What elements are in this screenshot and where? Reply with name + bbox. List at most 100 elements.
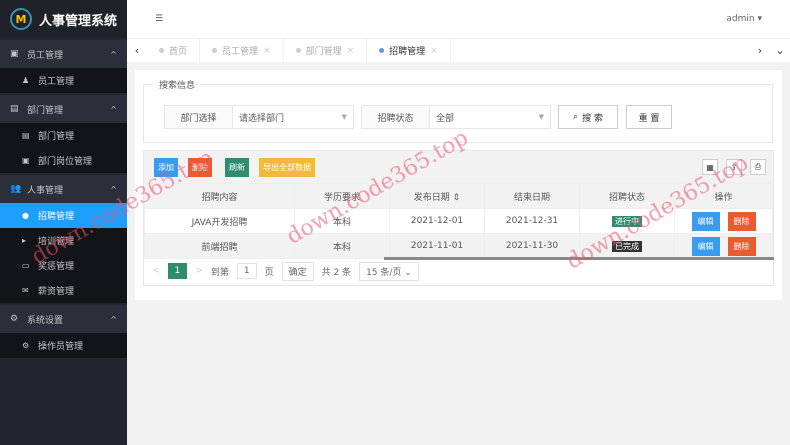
user-menu[interactable]: admin ▾ xyxy=(726,14,762,24)
row-delete-button[interactable]: 删除 xyxy=(727,236,756,256)
sidebar-item[interactable]: ▭ 奖惩管理 xyxy=(0,253,127,278)
cell-edu: 本科 xyxy=(294,233,390,259)
tab-bar: ‹ 首页 员工管理 × 部门管理 × 招聘管理 × › ⌄ xyxy=(127,38,790,63)
export-icon[interactable]: ⇪ xyxy=(726,159,742,175)
column-header: 招聘内容 xyxy=(144,183,295,209)
dept-select[interactable]: 部门选择 请选择部门 ▼ xyxy=(164,105,354,129)
sidebar-item-label: 奖惩管理 xyxy=(38,262,75,272)
sidebar-group[interactable]: ▣ 员工管理 ^ xyxy=(0,40,127,68)
search-panel: 搜索信息 部门选择 请选择部门 ▼ 招聘状态 全部 ▼ ⌕ 搜 索 重 置 xyxy=(143,78,773,143)
sidebar-group[interactable]: 👥 人事管理 ^ xyxy=(0,175,127,203)
print-icon[interactable]: ⎙ xyxy=(750,159,766,175)
export-button[interactable]: 导出全部数据 xyxy=(259,158,315,177)
chevron-up-icon: ^ xyxy=(110,314,117,324)
item-icon: ▣ xyxy=(22,156,30,165)
group-icon: ⚙ xyxy=(10,314,19,324)
tab[interactable]: 首页 xyxy=(147,38,201,63)
chevron-up-icon: ^ xyxy=(110,104,117,114)
columns-icon[interactable]: ▦ xyxy=(702,159,718,175)
cell-start: 2021-12-01 xyxy=(389,208,485,234)
tab-label: 部门管理 xyxy=(305,47,342,57)
search-button-label: 搜 索 xyxy=(582,113,603,124)
sidebar-group[interactable]: ▤ 部门管理 ^ xyxy=(0,95,127,123)
item-icon: ▸ xyxy=(22,236,27,245)
group-label: 部门管理 xyxy=(27,105,64,116)
row-delete-button[interactable]: 删除 xyxy=(727,211,756,231)
sidebar-item[interactable]: ⚙ 操作员管理 xyxy=(0,333,127,358)
reset-button[interactable]: 重 置 xyxy=(626,105,672,129)
tab-label: 首页 xyxy=(169,47,188,57)
page-1[interactable]: 1 xyxy=(167,263,188,279)
sidebar-item[interactable]: ▸ 培训管理 xyxy=(0,228,127,253)
next-page[interactable]: > xyxy=(195,266,203,276)
data-table: 招聘内容 学历要求 发布日期 ⇕ 结束日期 招聘状态 操作 JAVA开发招聘 本科 202… xyxy=(144,183,773,259)
tab[interactable]: 员工管理 × xyxy=(200,38,284,63)
close-icon[interactable]: × xyxy=(263,46,271,56)
confirm-button[interactable]: 确定 xyxy=(281,261,314,281)
sidebar-item[interactable]: ✉ 薪资管理 xyxy=(0,278,127,303)
cell-content: 前端招聘 xyxy=(144,233,295,259)
item-icon: ▭ xyxy=(22,261,30,270)
edit-button[interactable]: 编辑 xyxy=(691,211,720,231)
edit-button[interactable]: 编辑 xyxy=(691,236,720,256)
item-icon: ✉ xyxy=(22,286,29,295)
pagination: < 1 > 到第 1 页 确定 共 2 条 15 条/页 ⌄ xyxy=(144,257,773,285)
add-button[interactable]: 添加 xyxy=(154,158,178,177)
recruitment-table: 添加 删除 刷新 导出全部数据 ▦ ⇪ ⎙ 招聘内容 学历要求 发布日期 ⇕ 结束日期… xyxy=(143,150,774,286)
sidebar: M 人事管理系统 ▣ 员工管理 ^ ♟ 员工管理 ▤ 部门管理 ^ ▤ 部门管理 ▣ 部门岗位管理 👥 人事… xyxy=(0,0,127,445)
prev-page[interactable]: < xyxy=(152,266,160,276)
search-button[interactable]: ⌕ 搜 索 xyxy=(558,105,618,129)
sidebar-item[interactable]: ▣ 部门岗位管理 xyxy=(0,148,127,173)
status-badge: 已完成 xyxy=(612,240,642,252)
sidebar-item[interactable]: ● 招聘管理 xyxy=(0,203,127,228)
cell-actions: 编辑 删除 xyxy=(674,233,773,259)
tab-dot-icon xyxy=(159,48,164,53)
sidebar-item-label: 薪资管理 xyxy=(38,287,75,297)
group-label: 员工管理 xyxy=(27,50,64,61)
tab-more-icon[interactable]: ⌄ xyxy=(770,44,790,57)
group-label: 人事管理 xyxy=(27,185,64,196)
status-value: 全部 xyxy=(436,113,455,124)
dept-label: 部门选择 xyxy=(165,106,233,128)
search-icon: ⌕ xyxy=(573,112,579,122)
total-count: 共 2 条 xyxy=(321,267,352,278)
table-row: JAVA开发招聘 本科 2021-12-01 2021-12-31 进行中 编辑… xyxy=(144,208,773,234)
sidebar-group[interactable]: ⚙ 系统设置 ^ xyxy=(0,305,127,333)
column-header[interactable]: 发布日期 ⇕ xyxy=(389,183,485,209)
status-select[interactable]: 招聘状态 全部 ▼ xyxy=(361,105,551,129)
app-title: 人事管理系统 xyxy=(39,13,118,29)
app-logo: M 人事管理系统 xyxy=(0,0,127,38)
tab-dot-icon xyxy=(379,48,385,53)
tab[interactable]: 部门管理 × xyxy=(284,38,368,63)
page-size-select[interactable]: 15 条/页 ⌄ xyxy=(359,261,419,281)
status-label: 招聘状态 xyxy=(362,106,430,128)
sidebar-item-label: 培训管理 xyxy=(38,237,75,247)
refresh-button[interactable]: 刷新 xyxy=(225,158,249,177)
item-icon: ▤ xyxy=(22,131,30,140)
menu-toggle-icon[interactable]: ☰ xyxy=(155,14,163,24)
sidebar-item-label: 员工管理 xyxy=(38,77,75,87)
dept-placeholder: 请选择部门 xyxy=(239,113,285,124)
cell-status: 已完成 xyxy=(579,233,675,259)
page-unit: 页 xyxy=(264,267,274,278)
column-header: 学历要求 xyxy=(294,183,390,209)
sidebar-item[interactable]: ▤ 部门管理 xyxy=(0,123,127,148)
cell-end: 2021-11-30 xyxy=(484,233,580,259)
tab-dot-icon xyxy=(212,48,218,53)
tab-next-icon[interactable]: › xyxy=(750,44,770,57)
page-input[interactable]: 1 xyxy=(236,263,257,279)
close-icon[interactable]: × xyxy=(347,46,355,56)
tab-prev-icon[interactable]: ‹ xyxy=(127,44,147,57)
cell-edu: 本科 xyxy=(294,208,390,234)
delete-button[interactable]: 删除 xyxy=(188,158,212,177)
column-header: 结束日期 xyxy=(484,183,580,209)
column-header: 招聘状态 xyxy=(579,183,675,209)
chevron-up-icon: ^ xyxy=(110,184,117,194)
close-icon[interactable]: × xyxy=(430,46,438,56)
sidebar-item-label: 操作员管理 xyxy=(38,342,84,352)
tab-label: 员工管理 xyxy=(222,47,259,57)
cell-actions: 编辑 删除 xyxy=(674,208,773,234)
sidebar-item[interactable]: ♟ 员工管理 xyxy=(0,68,127,93)
cell-end: 2021-12-31 xyxy=(484,208,580,234)
tab[interactable]: 招聘管理 × xyxy=(367,38,451,63)
